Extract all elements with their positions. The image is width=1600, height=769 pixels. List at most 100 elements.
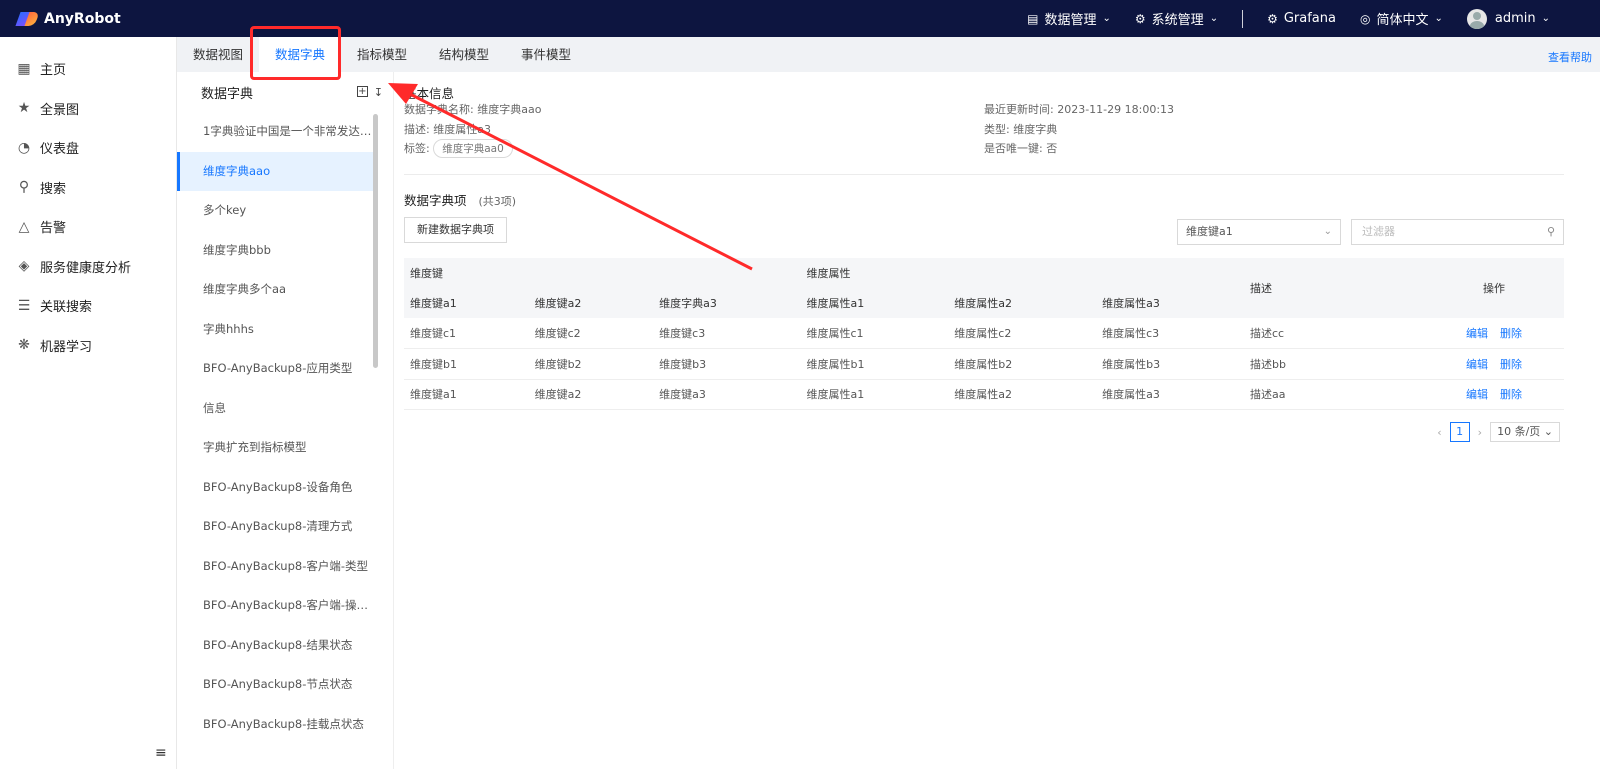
tab-event-model[interactable]: 事件模型: [505, 37, 587, 72]
language-menu[interactable]: ◎ 简体中文 ⌄: [1360, 9, 1443, 29]
tab-structure-model[interactable]: 结构模型: [423, 37, 505, 72]
table-cell: 维度属性a1: [800, 379, 949, 410]
grafana-link[interactable]: ⚙ Grafana: [1267, 11, 1336, 26]
search-icon: ⚲: [18, 179, 30, 196]
sort-icon[interactable]: ↧: [374, 86, 383, 99]
table-cell: 维度属性c2: [948, 318, 1097, 349]
nav-label: 告警: [40, 221, 67, 237]
dictionary-list-item[interactable]: BFO-AnyBackup8-节点状态: [177, 665, 377, 705]
app-logo[interactable]: AnyRobot: [0, 11, 300, 27]
pagination: ‹ 1 › 10 条/页 ⌄: [1437, 422, 1560, 442]
new-dictionary-item-button[interactable]: 新建数据字典项: [404, 217, 507, 243]
chevron-down-icon: ⌄: [1323, 226, 1332, 237]
field-label: 最近更新时间:: [984, 103, 1054, 116]
column-header-ops: 操作: [1424, 258, 1564, 318]
description-cell: 描述aa: [1244, 379, 1424, 410]
table-cell: 维度属性a2: [948, 379, 1097, 410]
filter-input[interactable]: 过滤器 ⚲: [1351, 219, 1564, 245]
delete-link[interactable]: 删除: [1500, 327, 1522, 340]
scrollbar[interactable]: [373, 114, 378, 368]
edit-link[interactable]: 编辑: [1466, 358, 1488, 371]
system-management-menu[interactable]: ⚙ 系统管理 ⌄: [1135, 9, 1218, 29]
nav-item-machine-learning[interactable]: ❋ 机器学习: [0, 326, 176, 366]
dictionary-items-title: 数据字典项 (共3项): [404, 190, 516, 209]
dictionary-list-item[interactable]: 维度字典aao: [177, 151, 377, 191]
page-size-select[interactable]: 10 条/页 ⌄: [1490, 422, 1560, 442]
dictionary-list-item[interactable]: 字典hhhs: [177, 310, 377, 350]
grid-icon: ▦: [17, 60, 31, 77]
dictionary-name-field: 数据字典名称: 维度字典aao: [404, 101, 541, 117]
help-link[interactable]: 查看帮助: [1548, 49, 1592, 65]
dictionary-list-item[interactable]: BFO-AnyBackup8-客户端-类型: [177, 547, 377, 587]
column-header: 维度属性a3: [1096, 288, 1244, 318]
field-label: 是否唯一键:: [984, 142, 1043, 155]
type-field: 类型: 维度字典: [984, 121, 1057, 137]
grafana-label: Grafana: [1283, 11, 1336, 26]
nav-item-search[interactable]: ⚲ 搜索: [0, 168, 176, 208]
app-name: AnyRobot: [44, 10, 121, 27]
dictionary-list-item[interactable]: 多个key: [177, 191, 377, 231]
language-label: 简体中文: [1376, 13, 1429, 28]
data-management-menu[interactable]: ▤ 数据管理 ⌄: [1027, 9, 1111, 29]
delete-link[interactable]: 删除: [1500, 358, 1522, 371]
unique-key-field: 是否唯一键: 否: [984, 140, 1057, 156]
list-search-icon: ☰: [17, 297, 31, 314]
key-select[interactable]: 维度键a1 ⌄: [1177, 219, 1341, 245]
table-cell: 维度键b2: [528, 348, 654, 380]
dictionary-list-item[interactable]: 1字典验证中国是一个非常发达的国...: [177, 112, 377, 152]
tags-field: 标签: 维度字典aa0: [404, 139, 513, 158]
dictionary-list-title: 数据字典: [201, 86, 254, 102]
nav-label: 关联搜索: [40, 300, 93, 316]
nav-item-topology[interactable]: ★ 全景图: [0, 89, 176, 129]
nav-item-alert[interactable]: △ 告警: [0, 207, 176, 247]
item-count: (共3项): [478, 195, 517, 208]
dictionary-list-item[interactable]: BFO-AnyBackup8-设备角色: [177, 468, 377, 508]
column-header-desc: 描述: [1244, 258, 1424, 318]
edit-link[interactable]: 编辑: [1466, 327, 1488, 340]
dictionary-list-item[interactable]: 维度字典多个aa: [177, 270, 377, 310]
field-value: 维度字典: [1013, 123, 1058, 136]
dictionary-list-item[interactable]: BFO-AnyBackup8-挂载点状态: [177, 705, 377, 745]
page-size-value: 10 条/页: [1497, 425, 1541, 438]
tab-metric-model[interactable]: 指标模型: [341, 37, 423, 72]
column-header: 维度属性a2: [948, 288, 1097, 318]
dictionary-list-item[interactable]: BFO-AnyBackup8-应用类型: [177, 349, 377, 389]
table-cell: 维度键c3: [653, 318, 801, 349]
table-cell: 维度键a3: [653, 379, 801, 410]
nav-item-correlation-search[interactable]: ☰ 关联搜索: [0, 286, 176, 326]
dictionary-list-item[interactable]: BFO-AnyBackup8-结果状态: [177, 626, 377, 666]
database-icon: ▤: [1027, 11, 1039, 26]
operations-cell: 编辑 删除: [1424, 318, 1564, 349]
tab-data-view[interactable]: 数据视图: [177, 37, 259, 72]
dictionary-list-item[interactable]: 字典扩充到指标模型: [177, 428, 377, 468]
dictionary-detail: 基本信息 数据字典名称: 维度字典aao 描述: 维度属性a3 标签: 维度字典…: [394, 72, 1600, 769]
column-header: 维度字典a3: [653, 288, 801, 318]
table-cell: 维度属性b3: [1096, 348, 1244, 380]
field-label: 类型:: [984, 123, 1010, 136]
table-cell: 维度键c1: [404, 318, 529, 349]
table-cell: 维度键c2: [528, 318, 654, 349]
nav-label: 搜索: [40, 181, 67, 197]
chevron-down-icon: ⌄: [1434, 13, 1443, 24]
dictionary-list-item[interactable]: 信息: [177, 389, 377, 429]
group-header-attr: 维度属性: [800, 258, 1244, 288]
next-page-icon[interactable]: ›: [1478, 426, 1482, 439]
dictionary-list-item[interactable]: 维度字典bbb: [177, 231, 377, 271]
nav-item-dashboard[interactable]: ◔ 仪表盘: [0, 128, 176, 168]
nav-item-home[interactable]: ▦ 主页: [0, 49, 176, 89]
table-cell: 维度键b3: [653, 348, 801, 380]
table-cell: 维度属性b1: [800, 348, 949, 380]
table-cell: 维度属性c1: [800, 318, 949, 349]
user-menu[interactable]: admin ⌄: [1466, 8, 1550, 29]
collapse-menu-icon[interactable]: ≡: [155, 745, 167, 761]
add-dictionary-icon[interactable]: +: [356, 85, 368, 97]
delete-link[interactable]: 删除: [1500, 388, 1522, 401]
nav-item-service-health[interactable]: ◈ 服务健康度分析: [0, 247, 176, 287]
description-field: 描述: 维度属性a3: [404, 121, 491, 137]
page-number[interactable]: 1: [1449, 422, 1470, 442]
field-label: 描述:: [404, 123, 430, 136]
edit-link[interactable]: 编辑: [1466, 388, 1488, 401]
prev-page-icon[interactable]: ‹: [1437, 426, 1441, 439]
dictionary-list-item[interactable]: BFO-AnyBackup8-客户端-操作系...: [177, 586, 377, 626]
dictionary-list-item[interactable]: BFO-AnyBackup8-清理方式: [177, 507, 377, 547]
